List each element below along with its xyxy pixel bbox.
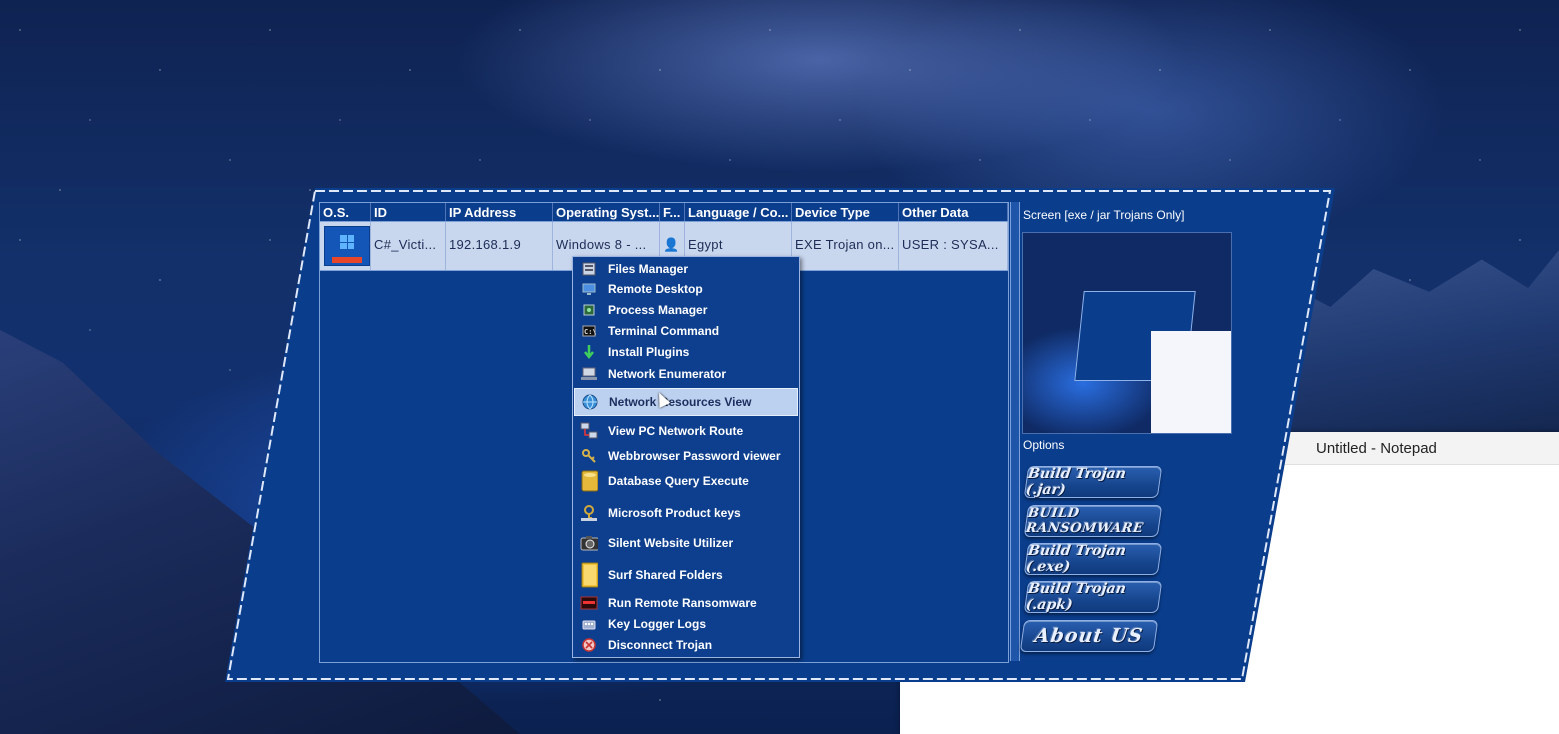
menu-item-key-logger-logs[interactable]: Key Logger Logs <box>574 614 798 634</box>
client-context-menu[interactable]: Files Manager Remote Desktop Process Man… <box>572 256 800 658</box>
panel-splitter[interactable] <box>1010 202 1020 661</box>
menu-item-disconnect-trojan[interactable]: Disconnect Trojan <box>574 635 798 655</box>
col-ip-address[interactable]: IP Address <box>446 203 553 221</box>
screen-label: Screen [exe / jar Trojans Only] <box>1023 208 1185 222</box>
col-os[interactable]: O.S. <box>320 203 371 221</box>
menu-item-network-enumerator[interactable]: Network Enumerator <box>574 363 798 385</box>
product-key-icon <box>580 505 598 521</box>
windows-icon <box>324 226 370 266</box>
menu-item-webbrowser-password-viewer[interactable]: Webbrowser Password viewer <box>574 444 798 468</box>
col-operating-system[interactable]: Operating Syst... <box>553 203 660 221</box>
ransomware-icon <box>580 595 598 611</box>
user-icon: 👤 <box>663 237 680 252</box>
globe-icon <box>581 394 599 410</box>
camera-icon <box>580 535 598 551</box>
download-arrow-icon <box>580 344 598 360</box>
menu-item-database-query-execute[interactable]: Database Query Execute <box>574 468 798 494</box>
preview-notepad <box>1151 331 1231 433</box>
menu-item-silent-website-utilizer[interactable]: Silent Website Utilizer <box>574 530 798 556</box>
col-device-type[interactable]: Device Type <box>792 203 899 221</box>
build-trojan-exe-button[interactable]: Build Trojan (.exe) <box>1023 543 1163 575</box>
notepad-title: Untitled - Notepad <box>1316 439 1437 457</box>
about-us-button[interactable]: About US <box>1019 620 1159 652</box>
menu-item-run-remote-ransomware[interactable]: Run Remote Ransomware <box>574 593 798 613</box>
cell-device-type: EXE Trojan on... <box>792 222 899 270</box>
menu-item-surf-shared-folders[interactable]: Surf Shared Folders <box>574 560 798 590</box>
cell-os <box>320 222 371 270</box>
disconnect-icon <box>580 637 598 653</box>
cell-id: C#_Victi... <box>371 222 446 270</box>
menu-item-network-resources-view[interactable]: Network Resources View <box>574 388 798 416</box>
process-icon <box>580 302 598 318</box>
keyboard-icon <box>580 616 598 632</box>
svg-text:C:\: C:\ <box>584 328 596 336</box>
monitor-icon <box>580 281 598 297</box>
options-label: Options <box>1023 438 1065 452</box>
menu-item-microsoft-product-keys[interactable]: Microsoft Product keys <box>574 500 798 526</box>
menu-item-remote-desktop[interactable]: Remote Desktop <box>574 279 798 299</box>
database-icon <box>580 470 598 492</box>
folder-icon <box>580 562 598 588</box>
cell-other-data: USER : SYSA... <box>899 222 1008 270</box>
col-flag[interactable]: F... <box>660 203 685 221</box>
menu-item-files-manager[interactable]: Files Manager <box>574 259 798 279</box>
col-other-data[interactable]: Other Data <box>899 203 1008 221</box>
files-icon <box>580 261 598 277</box>
col-id[interactable]: ID <box>371 203 446 221</box>
network-icon <box>580 366 598 382</box>
key-tools-icon <box>580 448 598 464</box>
terminal-icon: C:\ <box>580 323 598 339</box>
menu-item-terminal-command[interactable]: C:\ Terminal Command <box>574 321 798 341</box>
build-trojan-apk-button[interactable]: Build Trojan (.apk) <box>1023 581 1163 613</box>
route-icon <box>580 422 598 439</box>
col-language-country[interactable]: Language / Co... <box>685 203 792 221</box>
build-trojan-jar-button[interactable]: Build Trojan (.jar) <box>1023 466 1163 498</box>
menu-item-view-pc-network-route[interactable]: View PC Network Route <box>574 419 798 443</box>
table-header: O.S. ID IP Address Operating Syst... F..… <box>320 203 1008 222</box>
menu-item-process-manager[interactable]: Process Manager <box>574 300 798 320</box>
menu-item-install-plugins[interactable]: Install Plugins <box>574 342 798 362</box>
build-ransomware-button[interactable]: BUILD RANSOMWARE <box>1023 505 1163 537</box>
screen-preview <box>1022 232 1232 434</box>
cell-ip: 192.168.1.9 <box>446 222 553 270</box>
